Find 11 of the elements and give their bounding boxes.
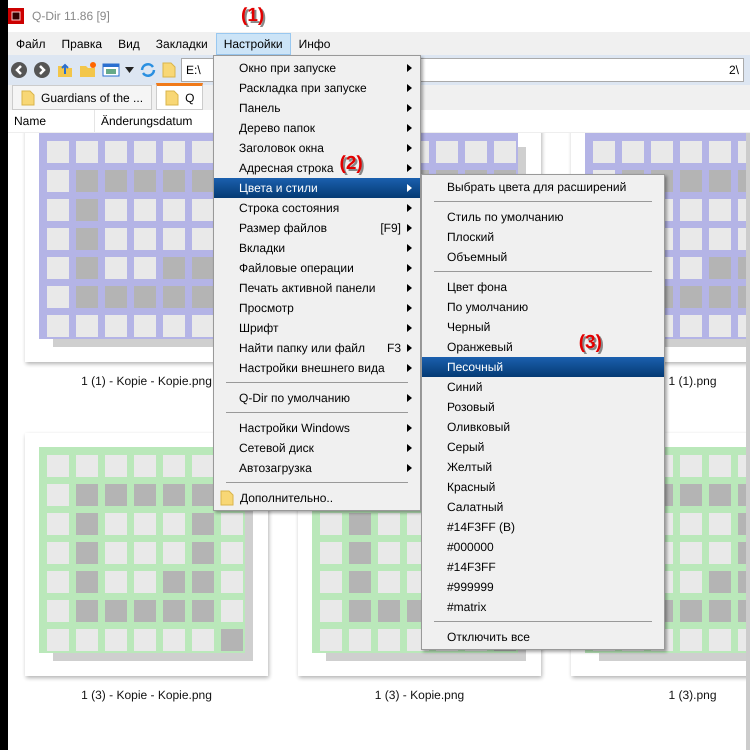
file-name: 1 (1) - Kopie - Kopie.png (81, 374, 212, 388)
file-name: 1 (3) - Kopie.png (374, 688, 464, 702)
window-title: Q-Dir 11.86 [9] (32, 9, 110, 23)
file-name: 1 (3).png (668, 688, 717, 702)
file-name: 1 (1).png (668, 374, 717, 388)
callout-number: (3) (578, 332, 602, 354)
address-text: 2\ (728, 63, 739, 77)
address-text: E:\ (186, 63, 201, 77)
file-name: 1 (3) - Kopie - Kopie.png (81, 688, 212, 702)
callout-number: (2) (340, 153, 363, 175)
callout-number: (1) (241, 5, 264, 27)
